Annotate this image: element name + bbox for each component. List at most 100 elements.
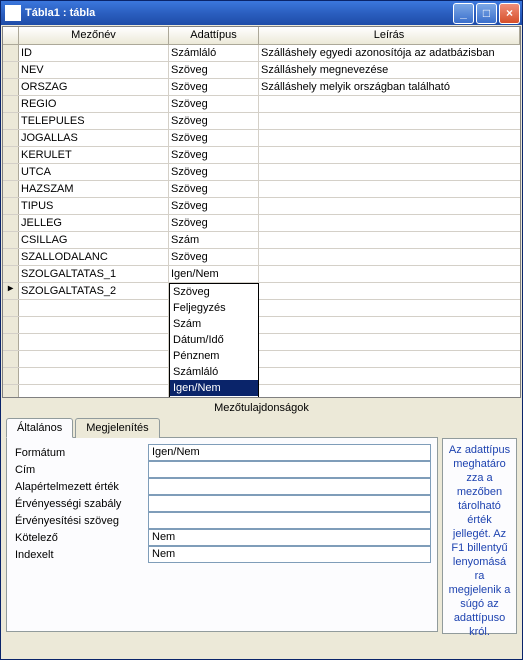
table-row[interactable] xyxy=(3,317,520,334)
field-desc-cell[interactable] xyxy=(259,317,520,333)
tab-general[interactable]: Általános xyxy=(6,418,73,438)
table-row[interactable] xyxy=(3,300,520,317)
prop-value-default[interactable] xyxy=(148,478,431,495)
field-name-cell[interactable]: SZOLGALTATAS_1 xyxy=(19,266,169,282)
field-type-cell[interactable]: Szám xyxy=(169,232,259,248)
field-name-cell[interactable]: JOGALLAS xyxy=(19,130,169,146)
row-selector[interactable] xyxy=(3,62,19,78)
row-selector[interactable] xyxy=(3,130,19,146)
dropdown-option[interactable]: Dátum/Idő xyxy=(170,332,258,348)
field-desc-cell[interactable] xyxy=(259,96,520,112)
row-selector[interactable] xyxy=(3,368,19,384)
table-row[interactable] xyxy=(3,385,520,397)
row-selector[interactable] xyxy=(3,147,19,163)
field-name-cell[interactable]: CSILLAG xyxy=(19,232,169,248)
table-row[interactable]: ▸SZOLGALTATAS_2Igen/Nem▾ xyxy=(3,283,520,300)
row-selector[interactable] xyxy=(3,334,19,350)
dropdown-option[interactable]: Pénznem xyxy=(170,348,258,364)
field-desc-cell[interactable] xyxy=(259,130,520,146)
row-selector[interactable] xyxy=(3,351,19,367)
prop-value-validtext[interactable] xyxy=(148,512,431,529)
table-row[interactable]: REGIOSzöveg xyxy=(3,96,520,113)
table-row[interactable]: TELEPULESSzöveg xyxy=(3,113,520,130)
dropdown-option[interactable]: OLE objektum xyxy=(170,396,258,398)
field-type-cell[interactable]: Szöveg xyxy=(169,147,259,163)
field-desc-cell[interactable] xyxy=(259,249,520,265)
titlebar[interactable]: Tábla1 : tábla _ □ × xyxy=(1,1,522,25)
field-name-cell[interactable]: KERULET xyxy=(19,147,169,163)
field-name-cell[interactable]: REGIO xyxy=(19,96,169,112)
prop-value-format[interactable]: Igen/Nem xyxy=(148,444,431,461)
dropdown-option[interactable]: Feljegyzés xyxy=(170,300,258,316)
field-desc-cell[interactable] xyxy=(259,164,520,180)
table-row[interactable] xyxy=(3,334,520,351)
field-desc-cell[interactable] xyxy=(259,215,520,231)
table-row[interactable] xyxy=(3,368,520,385)
field-desc-cell[interactable] xyxy=(259,147,520,163)
table-row[interactable]: SZALLODALANCSzöveg xyxy=(3,249,520,266)
dropdown-option[interactable]: Igen/Nem xyxy=(170,380,258,396)
field-type-cell[interactable]: Szöveg xyxy=(169,96,259,112)
field-name-cell[interactable]: HAZSZAM xyxy=(19,181,169,197)
field-desc-cell[interactable] xyxy=(259,266,520,282)
field-name-cell[interactable] xyxy=(19,385,169,397)
row-selector[interactable] xyxy=(3,45,19,61)
row-selector[interactable] xyxy=(3,113,19,129)
field-name-cell[interactable] xyxy=(19,368,169,384)
row-selector[interactable] xyxy=(3,79,19,95)
field-desc-cell[interactable]: Szálláshely melyik országban található xyxy=(259,79,520,95)
field-desc-cell[interactable] xyxy=(259,351,520,367)
field-name-cell[interactable] xyxy=(19,300,169,316)
field-type-cell[interactable]: Számláló xyxy=(169,45,259,61)
field-desc-cell[interactable]: Szálláshely egyedi azonosítója az adatbá… xyxy=(259,45,520,61)
field-desc-cell[interactable] xyxy=(259,232,520,248)
prop-value-indexed[interactable]: Nem xyxy=(148,546,431,563)
field-name-cell[interactable]: TELEPULES xyxy=(19,113,169,129)
dropdown-option[interactable]: Számláló xyxy=(170,364,258,380)
row-selector[interactable] xyxy=(3,300,19,316)
tab-display[interactable]: Megjelenítés xyxy=(75,418,159,438)
dropdown-option[interactable]: Szám xyxy=(170,316,258,332)
table-row[interactable]: UTCASzöveg xyxy=(3,164,520,181)
field-desc-cell[interactable] xyxy=(259,181,520,197)
row-selector[interactable] xyxy=(3,249,19,265)
prop-value-required[interactable]: Nem xyxy=(148,529,431,546)
row-selector[interactable] xyxy=(3,385,19,397)
row-selector[interactable] xyxy=(3,215,19,231)
row-selector[interactable] xyxy=(3,232,19,248)
column-header-desc[interactable]: Leírás xyxy=(259,27,520,44)
field-desc-cell[interactable] xyxy=(259,385,520,397)
field-name-cell[interactable]: SZOLGALTATAS_2 xyxy=(19,283,169,299)
dropdown-option[interactable]: Szöveg xyxy=(170,284,258,300)
field-name-cell[interactable]: ID xyxy=(19,45,169,61)
table-row[interactable]: JELLEGSzöveg xyxy=(3,215,520,232)
table-row[interactable]: HAZSZAMSzöveg xyxy=(3,181,520,198)
prop-value-caption[interactable] xyxy=(148,461,431,478)
field-name-cell[interactable]: SZALLODALANC xyxy=(19,249,169,265)
field-type-cell[interactable]: Szöveg xyxy=(169,130,259,146)
field-desc-cell[interactable] xyxy=(259,368,520,384)
table-row[interactable]: TIPUSSzöveg xyxy=(3,198,520,215)
row-selector[interactable]: ▸ xyxy=(3,283,19,299)
field-type-cell[interactable]: Szöveg xyxy=(169,113,259,129)
field-name-cell[interactable] xyxy=(19,317,169,333)
table-row[interactable]: SZOLGALTATAS_1Igen/Nem xyxy=(3,266,520,283)
field-name-cell[interactable]: NEV xyxy=(19,62,169,78)
table-row[interactable] xyxy=(3,351,520,368)
prop-value-validrule[interactable] xyxy=(148,495,431,512)
table-row[interactable]: JOGALLASSzöveg xyxy=(3,130,520,147)
column-header-type[interactable]: Adattípus xyxy=(169,27,259,44)
field-desc-cell[interactable] xyxy=(259,113,520,129)
field-name-cell[interactable]: UTCA xyxy=(19,164,169,180)
field-name-cell[interactable]: TIPUS xyxy=(19,198,169,214)
datatype-dropdown[interactable]: SzövegFeljegyzésSzámDátum/IdőPénznemSzám… xyxy=(169,283,259,398)
table-row[interactable]: IDSzámlálóSzálláshely egyedi azonosítója… xyxy=(3,45,520,62)
field-name-cell[interactable] xyxy=(19,351,169,367)
field-type-cell[interactable]: Szöveg xyxy=(169,62,259,78)
minimize-button[interactable]: _ xyxy=(453,3,474,24)
field-type-cell[interactable]: Szöveg xyxy=(169,198,259,214)
table-row[interactable]: KERULETSzöveg xyxy=(3,147,520,164)
row-selector[interactable] xyxy=(3,317,19,333)
row-selector[interactable] xyxy=(3,181,19,197)
field-desc-cell[interactable] xyxy=(259,300,520,316)
